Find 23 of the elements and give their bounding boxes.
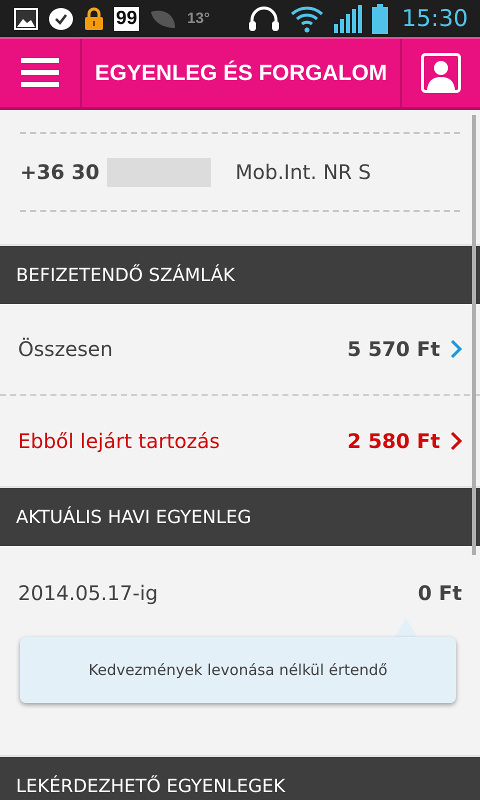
clock: 15:30 <box>402 6 468 32</box>
image-icon <box>14 8 38 30</box>
signal-icon <box>334 4 362 32</box>
chat-check-icon <box>48 6 74 30</box>
screen-title: EGYENLEG ÉS FORGALOM <box>94 59 388 87</box>
phone-number: +36 30 <box>20 160 100 184</box>
plan-name: Mob.Int. NR S <box>235 160 371 184</box>
person-icon <box>421 53 461 93</box>
balance-row-text: 2014.05.17-ig 0 Ft <box>17 580 463 607</box>
tooltip-text: Kedvezmények levonása nélkül értendő <box>88 661 388 679</box>
headphones-icon <box>248 6 280 32</box>
battery-icon <box>372 4 388 34</box>
section-title: BEFIZETENDŐ SZÁMLÁK <box>16 264 235 286</box>
list-item[interactable]: Összesen 5 570 Ft <box>0 304 480 394</box>
lock-icon <box>84 6 104 30</box>
menu-icon <box>21 58 59 88</box>
chevron-icon <box>450 339 462 359</box>
section-title: AKTUÁLIS HAVI EGYENLEG <box>16 506 252 528</box>
chevron-icon <box>450 431 462 451</box>
section-title: LEKÉRDEZHETŐ EGYENLEGEK <box>16 776 286 796</box>
wifi-icon <box>290 4 324 32</box>
temperature: 13° <box>187 10 210 27</box>
notification-count: 99 <box>114 6 140 30</box>
